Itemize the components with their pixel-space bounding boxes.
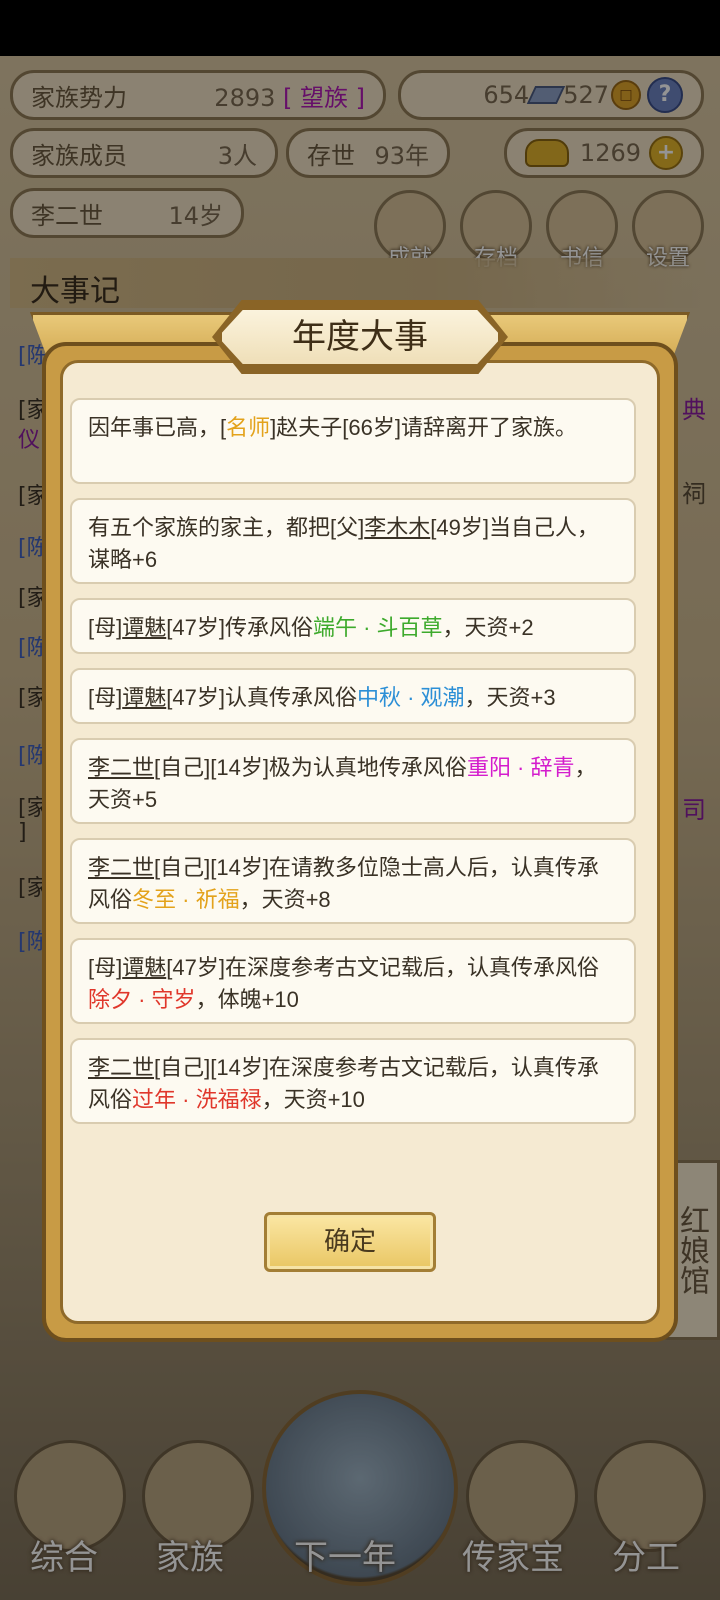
event-item: [母]谭魅[47岁]认真传承风俗中秋 · 观潮，天资+3 bbox=[70, 668, 636, 724]
event-text: [母] bbox=[88, 615, 123, 640]
confirm-button[interactable]: 确定 bbox=[264, 1212, 436, 1272]
event-text: ]赵夫子[66岁]请辞离开了家族。 bbox=[270, 415, 577, 440]
person-name-link[interactable]: 李二世 bbox=[88, 1055, 154, 1080]
custom-name-highlight: 冬至 · 祈福 bbox=[132, 887, 240, 912]
event-text: [自己][14岁]极为认真地传承风俗 bbox=[154, 755, 467, 780]
person-name-link[interactable]: 谭魅 bbox=[122, 685, 166, 710]
event-item: 李二世[自己][14岁]在深度参考古文记载后，认真传承风俗过年 · 洗福禄，天资… bbox=[70, 1038, 636, 1124]
event-item: 李二世[自己][14岁]在请教多位隐士高人后，认真传承风俗冬至 · 祈福，天资+… bbox=[70, 838, 636, 924]
event-item: [母]谭魅[47岁]传承风俗端午 · 斗百草，天资+2 bbox=[70, 598, 636, 654]
custom-name-highlight: 中秋 · 观潮 bbox=[356, 685, 465, 710]
event-text: [母] bbox=[88, 955, 123, 980]
event-text: [47岁]在深度参考古文记载后，认真传承风俗 bbox=[166, 955, 599, 980]
custom-name-highlight: 名师 bbox=[226, 415, 271, 440]
event-text: ，天资+8 bbox=[239, 887, 331, 912]
custom-name-highlight: 端午 · 斗百草 bbox=[312, 615, 443, 640]
event-text: ，天资+10 bbox=[261, 1087, 365, 1112]
event-item: [母]谭魅[47岁]在深度参考古文记载后，认真传承风俗除夕 · 守岁，体魄+10 bbox=[70, 938, 636, 1024]
event-text: [47岁]认真传承风俗 bbox=[166, 685, 357, 710]
event-text: [母] bbox=[88, 685, 123, 710]
event-text: 因年事已高，[ bbox=[88, 415, 227, 440]
custom-name-highlight: 重阳 · 辞青 bbox=[466, 755, 575, 780]
event-text: ，天资+2 bbox=[442, 615, 534, 640]
custom-name-highlight: 过年 · 洗福禄 bbox=[132, 1087, 262, 1112]
event-item: 李二世[自己][14岁]极为认真地传承风俗重阳 · 辞青，天资+5 bbox=[70, 738, 636, 824]
event-text: ，天资+3 bbox=[464, 685, 556, 710]
event-item: 有五个家族的家主，都把[父]李木木[49岁]当自己人，谋略+6 bbox=[70, 498, 636, 584]
person-name-link[interactable]: 李二世 bbox=[88, 755, 154, 780]
person-name-link[interactable]: 李二世 bbox=[88, 855, 154, 880]
person-name-link[interactable]: 谭魅 bbox=[122, 615, 166, 640]
custom-name-highlight: 除夕 · 守岁 bbox=[88, 987, 196, 1012]
person-name-link[interactable]: 谭魅 bbox=[122, 955, 166, 980]
dialog-title: 年度大事 bbox=[292, 317, 428, 357]
event-text: 有五个家族的家主，都把[父] bbox=[88, 515, 365, 540]
status-bar bbox=[0, 0, 720, 56]
person-name-link[interactable]: 李木木 bbox=[364, 515, 430, 540]
event-text: ，体魄+10 bbox=[195, 987, 299, 1012]
event-item: 因年事已高，[名师]赵夫子[66岁]请辞离开了家族。 bbox=[70, 398, 636, 484]
event-text: [47岁]传承风俗 bbox=[166, 615, 313, 640]
